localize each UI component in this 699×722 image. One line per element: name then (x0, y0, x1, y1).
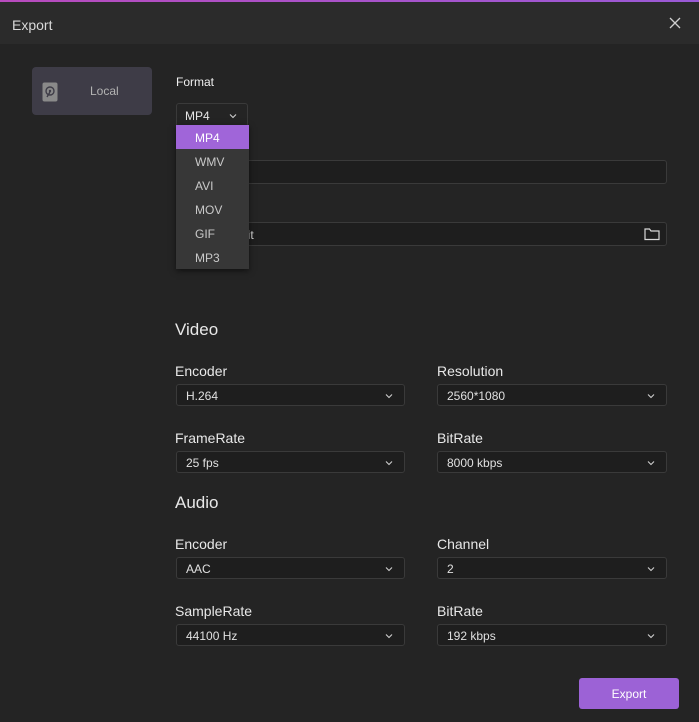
resolution-label: Resolution (437, 363, 504, 379)
audio-encoder-value: AAC (186, 562, 211, 576)
format-option-mp3[interactable]: MP3 (176, 245, 249, 269)
export-button-label: Export (611, 687, 647, 701)
video-encoder-label: Encoder (175, 363, 228, 379)
chevron-down-icon (385, 461, 393, 466)
samplerate-value: 44100 Hz (186, 629, 238, 643)
format-option-label: WMV (195, 155, 225, 169)
file-name-field[interactable] (176, 160, 667, 184)
chevron-down-icon (385, 567, 393, 572)
title-bar: Export (0, 2, 699, 44)
folder-icon[interactable] (644, 227, 660, 241)
format-option-label: AVI (195, 179, 214, 193)
framerate-label: FrameRate (175, 430, 246, 446)
close-icon (669, 17, 681, 29)
chevron-down-icon (647, 461, 655, 466)
export-button[interactable]: Export (579, 678, 679, 709)
channel-label: Channel (437, 536, 490, 552)
chevron-down-icon (647, 394, 655, 399)
video-encoder-select[interactable]: H.264 (176, 384, 405, 406)
format-select[interactable]: MP4 (176, 103, 248, 127)
video-bitrate-select[interactable]: 8000 kbps (437, 451, 667, 473)
resolution-value: 2560*1080 (447, 389, 506, 403)
format-option-wmv[interactable]: WMV (176, 149, 249, 173)
format-option-label: MOV (195, 203, 223, 217)
framerate-select[interactable]: 25 fps (176, 451, 405, 473)
video-bitrate-value: 8000 kbps (447, 456, 503, 470)
audio-encoder-select[interactable]: AAC (176, 557, 405, 579)
format-option-label: GIF (195, 227, 215, 241)
audio-bitrate-label: BitRate (437, 603, 483, 619)
video-bitrate-label: BitRate (437, 430, 483, 446)
format-option-avi[interactable]: AVI (176, 173, 249, 197)
resolution-select[interactable]: 2560*1080 (437, 384, 667, 406)
sidebar-item-label: Local (90, 84, 119, 98)
format-option-gif[interactable]: GIF (176, 221, 249, 245)
chevron-down-icon (229, 114, 237, 119)
audio-encoder-label: Encoder (175, 536, 228, 552)
samplerate-select[interactable]: 44100 Hz (176, 624, 405, 646)
format-option-label: MP4 (195, 131, 220, 145)
chevron-down-icon (385, 634, 393, 639)
channel-value: 2 (447, 562, 454, 576)
format-label: Format (176, 75, 215, 89)
framerate-value: 25 fps (186, 456, 219, 470)
format-selected-value: MP4 (185, 109, 210, 123)
format-dropdown-menu: MP4 WMV AVI MOV GIF MP3 (176, 125, 249, 269)
chevron-down-icon (385, 394, 393, 399)
window-title: Export (12, 17, 53, 33)
close-button[interactable] (663, 11, 687, 35)
output-path-field[interactable]: lit (176, 222, 667, 246)
audio-heading: Audio (175, 493, 219, 512)
format-option-mp4[interactable]: MP4 (176, 125, 249, 149)
audio-bitrate-value: 192 kbps (447, 629, 496, 643)
video-heading: Video (175, 320, 219, 339)
sidebar-item-local[interactable]: Local (32, 67, 152, 115)
format-option-label: MP3 (195, 251, 220, 265)
video-encoder-value: H.264 (186, 389, 219, 403)
audio-bitrate-select[interactable]: 192 kbps (437, 624, 667, 646)
format-option-mov[interactable]: MOV (176, 197, 249, 221)
channel-select[interactable]: 2 (437, 557, 667, 579)
chevron-down-icon (647, 567, 655, 572)
chevron-down-icon (647, 634, 655, 639)
samplerate-label: SampleRate (175, 603, 253, 619)
hard-disk-icon (42, 82, 58, 102)
